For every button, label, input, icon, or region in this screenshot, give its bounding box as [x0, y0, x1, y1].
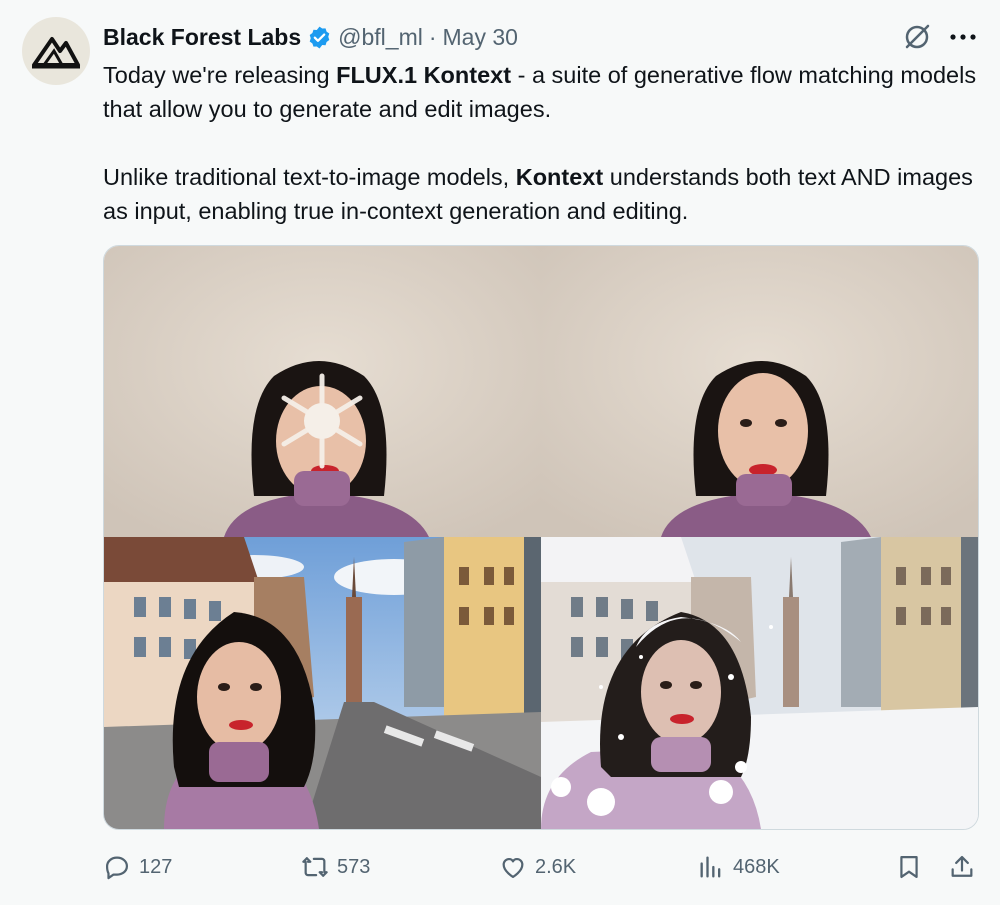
- views-button[interactable]: 468K: [697, 848, 780, 886]
- tweet-paragraph-1: Today we're releasing FLUX.1 Kontext - a…: [103, 62, 977, 122]
- bookmark-icon: [900, 855, 918, 879]
- heart-icon: [502, 857, 524, 879]
- reply-icon: [105, 856, 129, 880]
- street-selfie-snow-edit[interactable]: [541, 537, 978, 829]
- tweet-text: Today we're releasing FLUX.1 Kontext - a…: [103, 58, 983, 228]
- tweet-date[interactable]: May 30: [443, 24, 518, 51]
- bookmark-button[interactable]: [895, 848, 923, 886]
- more-options-icon[interactable]: [946, 20, 980, 54]
- views-chart-icon: [700, 856, 721, 878]
- like-count: 2.6K: [535, 855, 577, 878]
- tweet-header: Black Forest Labs @bfl_ml · May 30: [103, 20, 518, 54]
- bfl-logo-icon: [32, 37, 80, 69]
- grok-icon[interactable]: [900, 20, 934, 54]
- like-button[interactable]: 2.6K: [499, 848, 576, 886]
- bold-flux-kontext: FLUX.1 Kontext: [336, 62, 512, 88]
- bold-kontext: Kontext: [515, 164, 604, 190]
- views-count: 468K: [733, 855, 780, 878]
- action-bar: 127 573 2.6K 468K: [103, 848, 983, 886]
- portrait-original[interactable]: [541, 246, 978, 537]
- reply-button[interactable]: 127: [103, 848, 172, 886]
- media-grid[interactable]: [103, 245, 979, 830]
- author-name[interactable]: Black Forest Labs: [103, 24, 301, 51]
- street-selfie-original[interactable]: [104, 537, 541, 829]
- portrait-snowflake-edit[interactable]: [104, 246, 541, 537]
- avatar[interactable]: [22, 17, 90, 85]
- separator-dot: ·: [428, 23, 437, 50]
- tweet-paragraph-2: Unlike traditional text-to-image models,…: [103, 164, 973, 224]
- share-button[interactable]: [948, 848, 976, 886]
- verified-badge-icon[interactable]: [307, 25, 332, 50]
- repost-icon: [302, 857, 328, 877]
- reply-count: 127: [139, 855, 173, 878]
- repost-button[interactable]: 573: [301, 848, 370, 886]
- share-icon: [951, 855, 973, 877]
- author-handle[interactable]: @bfl_ml: [338, 24, 423, 51]
- repost-count: 573: [337, 855, 371, 878]
